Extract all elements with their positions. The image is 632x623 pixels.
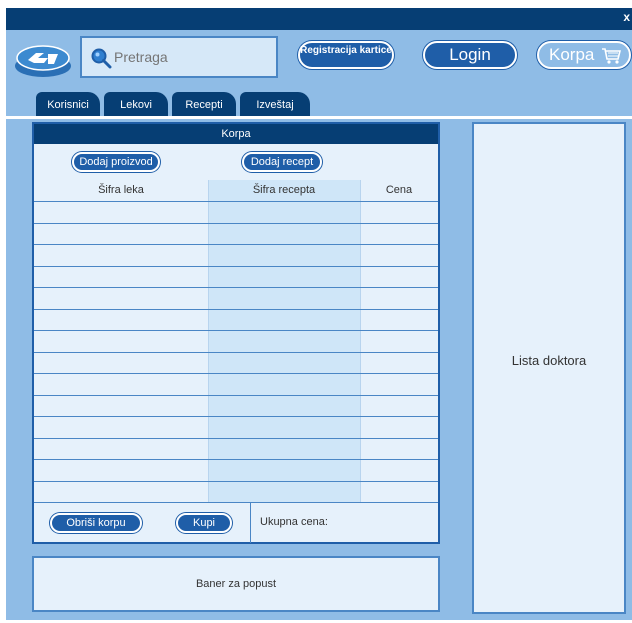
tab-izvestaj[interactable]: Izveštaj	[240, 92, 310, 116]
search-input[interactable]	[114, 49, 264, 65]
login-button[interactable]: Login	[423, 41, 517, 69]
total-price-label: Ukupna cena:	[260, 516, 328, 528]
table-row[interactable]	[34, 395, 438, 396]
table-row[interactable]	[34, 309, 438, 310]
table-row[interactable]	[34, 330, 438, 331]
table-row[interactable]	[34, 201, 438, 202]
column-divider	[360, 180, 361, 502]
table-row[interactable]	[34, 416, 438, 417]
table-row[interactable]	[34, 481, 438, 482]
logo-icon	[15, 45, 71, 77]
title-bar: x	[6, 8, 632, 30]
search-box[interactable]	[80, 36, 278, 78]
tab-recepti[interactable]: Recepti	[172, 92, 236, 116]
search-icon	[91, 48, 112, 69]
cart-panel: Korpa Dodaj proizvod Dodaj recept Šifra …	[32, 122, 440, 544]
table-row[interactable]	[34, 223, 438, 224]
column-drug-code	[34, 180, 208, 502]
cart-button[interactable]: Korpa	[537, 41, 631, 69]
cart-title: Korpa	[34, 124, 438, 144]
close-icon[interactable]: x	[623, 10, 630, 24]
tab-lekovi[interactable]: Lekovi	[104, 92, 168, 116]
table-row[interactable]	[34, 373, 438, 374]
cart-footer: Obriši korpu Kupi Ukupna cena:	[34, 502, 438, 543]
discount-banner[interactable]: Baner za popust	[32, 556, 440, 612]
table-row[interactable]	[34, 352, 438, 353]
table-row[interactable]	[34, 459, 438, 460]
footer-divider	[250, 503, 251, 543]
column-price	[360, 180, 438, 502]
add-product-button[interactable]: Dodaj proizvod	[72, 152, 160, 172]
cart-action-row: Dodaj proizvod Dodaj recept	[34, 144, 438, 180]
register-card-button[interactable]: Registracija kartice	[298, 41, 394, 69]
column-header-drug-code: Šifra leka	[98, 184, 144, 196]
table-row[interactable]	[34, 266, 438, 267]
header: Registracija kartice Login Korpa	[6, 30, 632, 88]
table-row[interactable]	[34, 244, 438, 245]
column-header-recipe-code: Šifra recepta	[252, 184, 316, 196]
doctor-list-panel: Lista doktora	[472, 122, 626, 614]
cart-button-label: Korpa	[549, 45, 595, 64]
table-row[interactable]	[34, 287, 438, 288]
column-header-price: Cena	[385, 184, 413, 196]
column-divider	[208, 180, 209, 502]
tab-korisnici[interactable]: Korisnici	[36, 92, 100, 116]
cart-table: Šifra leka Šifra recepta Cena	[34, 180, 438, 502]
app-window: x Registracija kartice Login Korpa	[6, 8, 632, 620]
cart-icon	[602, 48, 621, 64]
column-recipe-code	[208, 180, 360, 502]
add-recipe-button[interactable]: Dodaj recept	[242, 152, 322, 172]
clear-cart-button[interactable]: Obriši korpu	[50, 513, 142, 533]
table-row[interactable]	[34, 438, 438, 439]
buy-button[interactable]: Kupi	[176, 513, 232, 533]
